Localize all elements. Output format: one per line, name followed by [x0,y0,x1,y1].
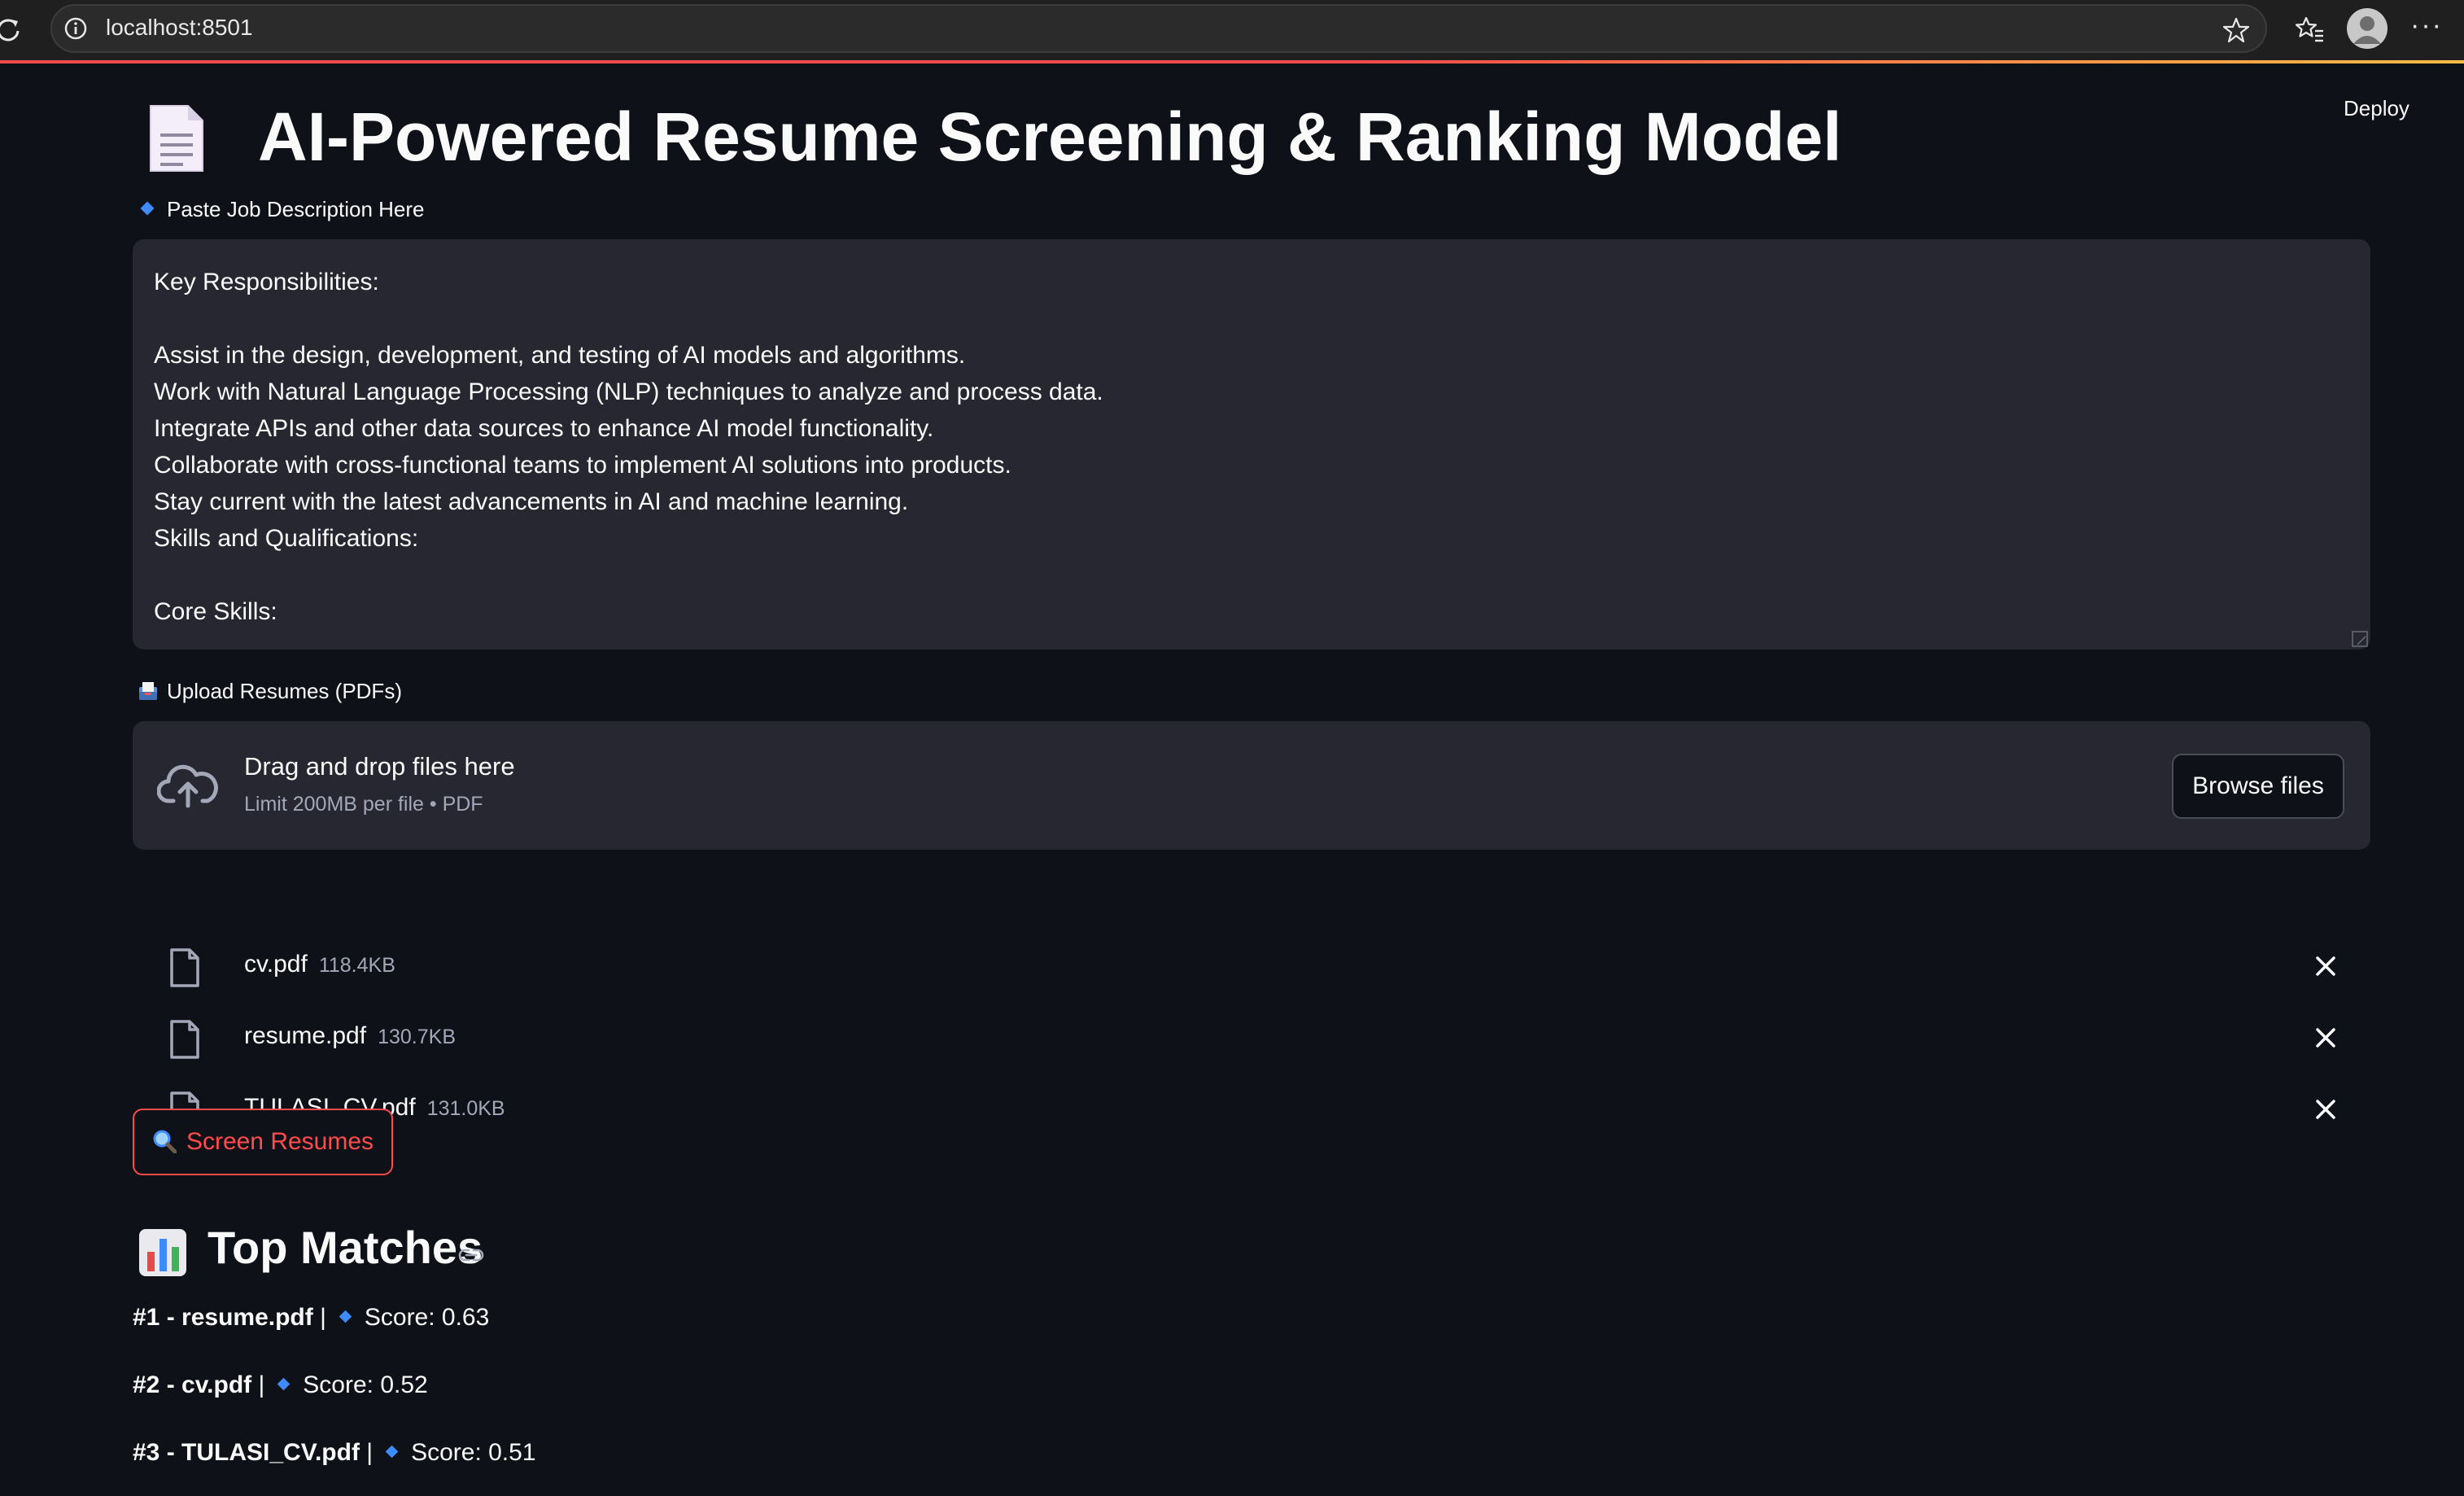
file-size: 130.7KB [378,1026,456,1048]
blue-diamond-icon [339,1310,352,1323]
jd-line [154,300,2349,337]
result-rank: #1 - resume.pdf [133,1304,313,1331]
cloud-upload-icon [157,764,218,808]
resize-handle-icon[interactable] [2351,630,2369,648]
loading-bar [0,60,2464,63]
browser-toolbar: localhost:8501 ··· [0,0,2464,63]
file-name: resume.pdf [244,1022,367,1049]
reload-icon[interactable] [0,15,23,44]
url-text[interactable]: localhost:8501 [106,15,253,41]
jd-line: Core Skills: [154,598,277,625]
upload-label-text: Upload Resumes (PDFs) [167,679,402,703]
blue-diamond-icon [277,1377,291,1391]
upload-label: Upload Resumes (PDFs) [138,679,402,704]
file-name: cv.pdf [244,951,308,978]
jd-line: Assist in the design, development, and t… [154,342,966,369]
page-title: AI-Powered Resume Screening & Ranking Mo… [258,98,1842,175]
close-icon[interactable] [2313,1026,2338,1050]
magnifier-icon [153,1130,177,1153]
uploaded-file-row: cv.pdf 118.4KB [133,936,2370,993]
screen-resumes-button[interactable]: Screen Resumes [133,1109,393,1175]
result-row: #3 - TULASI_CV.pdf | Score: 0.51 [133,1439,536,1466]
close-icon[interactable] [2313,1097,2338,1122]
jd-line: Collaborate with cross-functional teams … [154,452,1011,479]
result-row: #2 - cv.pdf | Score: 0.52 [133,1371,428,1398]
star-icon[interactable] [2222,15,2251,45]
result-score: Score: 0.63 [364,1304,490,1331]
jd-line: Key Responsibilities: [154,269,379,295]
main-menu-icon[interactable]: ⋮ [2456,96,2464,124]
jd-line: Stay current with the latest advancement… [154,488,909,515]
blue-diamond-icon [140,201,155,216]
job-description-textarea[interactable]: Key Responsibilities: Assist in the desi… [133,239,2370,650]
profile-avatar[interactable] [2347,8,2388,49]
address-bar[interactable]: localhost:8501 [50,4,2267,53]
bar-chart-icon [139,1229,186,1276]
deploy-button[interactable]: Deploy [2344,96,2409,121]
blue-diamond-icon [385,1445,399,1459]
jd-line: Integrate APIs and other data sources to… [154,415,934,442]
info-icon[interactable] [63,16,88,41]
jd-line: Skills and Qualifications: [154,525,419,552]
result-rank: #2 - cv.pdf [133,1371,252,1398]
file-dropzone[interactable]: Drag and drop files here Limit 200MB per… [133,721,2370,850]
screen-resumes-label: Screen Resumes [186,1128,374,1155]
link-icon[interactable] [457,1240,486,1270]
result-score: Score: 0.51 [411,1439,536,1466]
result-rank: #3 - TULASI_CV.pdf [133,1439,360,1466]
close-icon[interactable] [2313,954,2338,978]
more-icon[interactable]: ··· [2410,11,2443,46]
jd-label: Paste Job Description Here [133,197,424,222]
file-icon [170,1020,199,1059]
jd-line [154,557,2349,593]
jd-label-text: Paste Job Description Here [167,197,425,221]
inbox-tray-icon [139,682,157,700]
result-score: Score: 0.52 [303,1371,428,1398]
file-icon [170,948,199,987]
dropzone-limit: Limit 200MB per file • PDF [244,793,483,816]
favorites-icon[interactable] [2293,13,2326,46]
top-matches-text: Top Matches [208,1222,483,1273]
jd-line: Work with Natural Language Processing (N… [154,378,1103,405]
result-row: #1 - resume.pdf | Score: 0.63 [133,1304,490,1331]
file-size: 118.4KB [318,954,395,977]
dropzone-instructions: Drag and drop files here [244,752,515,781]
uploaded-file-row: TULASI_CV.pdf 131.0KB [133,1079,2370,1136]
uploaded-file-row: resume.pdf 130.7KB [133,1008,2370,1065]
browse-files-button[interactable]: Browse files [2172,754,2344,819]
file-size: 131.0KB [426,1097,505,1120]
document-icon [150,105,203,172]
